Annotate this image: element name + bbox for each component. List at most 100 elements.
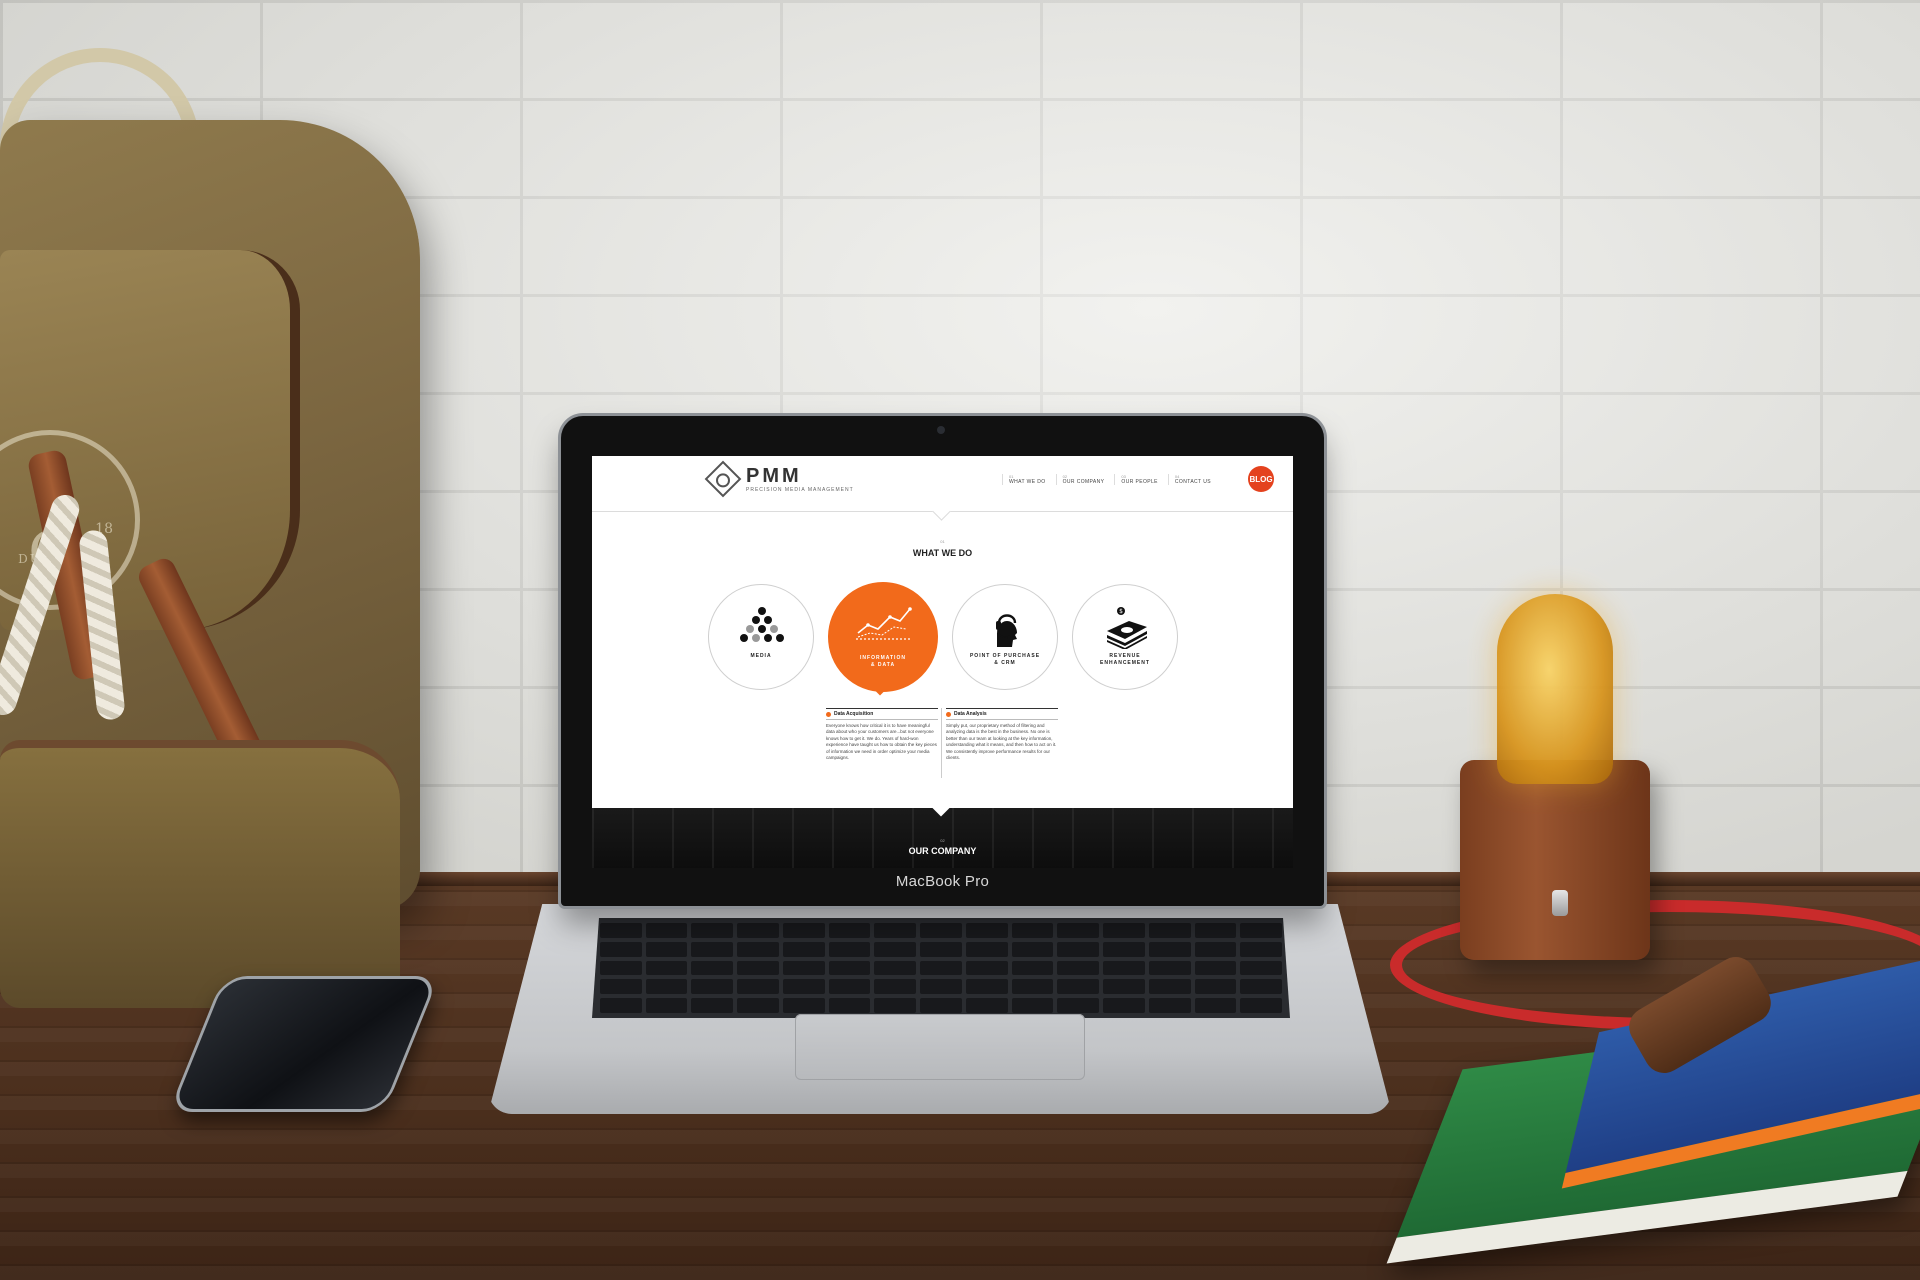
keyboard-key[interactable] [920, 960, 962, 976]
pmm-logo-icon[interactable] [704, 460, 742, 498]
webcam-icon [937, 426, 945, 434]
nav-item-contact-us[interactable]: 04 CONTACT US [1167, 474, 1211, 485]
keyboard-key[interactable] [1103, 960, 1145, 976]
keyboard-key[interactable] [1240, 941, 1282, 957]
keyboard-key[interactable] [691, 923, 734, 938]
keyboard-key[interactable] [600, 923, 642, 938]
keyboard-key[interactable] [1011, 923, 1054, 938]
keyboard-key[interactable] [1103, 979, 1145, 995]
keyboard-key[interactable] [1148, 923, 1191, 938]
keyboard-key[interactable] [965, 923, 1008, 938]
keyboard-key[interactable] [1057, 998, 1100, 1013]
nav-item-our-people[interactable]: 03 OUR PEOPLE [1114, 474, 1158, 485]
keyboard-key[interactable] [782, 941, 825, 957]
keyboard-key[interactable] [737, 998, 779, 1013]
keyboard-key[interactable] [1194, 998, 1237, 1013]
site-logo-name[interactable]: PMM [746, 465, 802, 488]
keyboard-key[interactable] [782, 998, 825, 1013]
keyboard-key[interactable] [1148, 998, 1191, 1013]
keyboard-key[interactable] [1148, 979, 1191, 995]
keyboard-key[interactable] [782, 979, 825, 995]
keyboard-key[interactable] [782, 923, 825, 938]
keyboard-key[interactable] [1240, 923, 1282, 938]
detail-body: Everyone knows how critical it is to hav… [826, 723, 937, 761]
keyboard-key[interactable] [828, 979, 871, 995]
keyboard-key[interactable] [600, 941, 642, 957]
keyboard-key[interactable] [1194, 941, 1237, 957]
keyboard-key[interactable] [645, 979, 688, 995]
keyboard-key[interactable] [874, 960, 917, 976]
keyboard-key[interactable] [1148, 941, 1191, 957]
service-point-of-purchase[interactable]: POINT OF PURCHASE & CRM [952, 584, 1058, 690]
service-media[interactable]: MEDIA [708, 584, 814, 690]
keyboard-key[interactable] [965, 979, 1008, 995]
keyboard-key[interactable] [600, 979, 642, 995]
bullet-dot-icon [826, 711, 831, 717]
keyboard-key[interactable] [920, 941, 962, 957]
keyboard-key[interactable] [920, 979, 962, 995]
keyboard-key[interactable] [965, 998, 1008, 1013]
nav-item-our-company[interactable]: 02 OUR COMPANY [1055, 474, 1105, 485]
keyboard-key[interactable] [1011, 960, 1054, 976]
keyboard-key[interactable] [1057, 941, 1100, 957]
keyboard-key[interactable] [1148, 960, 1191, 976]
keyboard-key[interactable] [1240, 960, 1282, 976]
main-nav: 01 WHAT WE DO 02 OUR COMPANY 03 OUR PEOP… [1002, 474, 1211, 485]
keyboard-key[interactable] [1011, 979, 1054, 995]
keyboard-key[interactable] [645, 960, 688, 976]
keyboard-key[interactable] [691, 998, 734, 1013]
nav-item-what-we-do[interactable]: 01 WHAT WE DO [1002, 474, 1046, 485]
lamp-wooden-base [1460, 760, 1650, 960]
keyboard-key[interactable] [737, 923, 779, 938]
laptop-keyboard [592, 918, 1290, 1018]
nav-item-label: OUR COMPANY [1062, 479, 1105, 485]
keyboard-key[interactable] [965, 960, 1008, 976]
keyboard-key[interactable] [1194, 979, 1237, 995]
keyboard-key[interactable] [691, 960, 734, 976]
keyboard-key[interactable] [691, 941, 734, 957]
section-title-our-company: OUR COMPANY [908, 846, 977, 856]
keyboard-key[interactable] [920, 923, 962, 938]
keyboard-key[interactable] [600, 998, 642, 1013]
keyboard-key[interactable] [874, 979, 917, 995]
service-revenue-enhancement[interactable]: $ REVENUE ENHANCEMENT [1072, 584, 1178, 690]
keyboard-key[interactable] [828, 923, 871, 938]
keyboard-key[interactable] [1194, 923, 1237, 938]
keyboard-key[interactable] [645, 923, 688, 938]
keyboard-key[interactable] [1240, 998, 1282, 1013]
keyboard-key[interactable] [828, 960, 871, 976]
keyboard-key[interactable] [1103, 923, 1145, 938]
trackpad[interactable] [795, 1014, 1085, 1080]
nav-item-label: WHAT WE DO [1009, 479, 1046, 485]
keyboard-key[interactable] [874, 923, 917, 938]
keyboard-key[interactable] [1057, 960, 1100, 976]
keyboard-key[interactable] [1240, 979, 1282, 995]
keyboard-key[interactable] [1011, 941, 1054, 957]
blog-button[interactable]: BLOG [1248, 466, 1274, 492]
keyboard-key[interactable] [737, 979, 779, 995]
keyboard-key[interactable] [1103, 998, 1145, 1013]
keyboard-key[interactable] [782, 960, 825, 976]
service-label: REVENUE ENHANCEMENT [1073, 653, 1177, 667]
keyboard-key[interactable] [1011, 998, 1054, 1013]
keyboard-key[interactable] [737, 941, 779, 957]
keyboard-key[interactable] [1103, 941, 1145, 957]
section-number: 01 [940, 539, 945, 544]
detail-title: Data Analysis [954, 711, 987, 717]
keyboard-key[interactable] [828, 998, 871, 1013]
keyboard-key[interactable] [920, 998, 962, 1013]
keyboard-key[interactable] [874, 998, 917, 1013]
keyboard-key[interactable] [965, 941, 1008, 957]
keyboard-key[interactable] [645, 941, 688, 957]
keyboard-key[interactable] [874, 941, 917, 957]
keyboard-key[interactable] [828, 941, 871, 957]
service-label-line1: REVENUE [1109, 653, 1141, 659]
service-information-data[interactable]: INFORMATION & DATA [828, 582, 938, 692]
keyboard-key[interactable] [1057, 923, 1100, 938]
keyboard-key[interactable] [1057, 979, 1100, 995]
keyboard-key[interactable] [600, 960, 642, 976]
keyboard-key[interactable] [1194, 960, 1237, 976]
keyboard-key[interactable] [691, 979, 734, 995]
keyboard-key[interactable] [645, 998, 688, 1013]
keyboard-key[interactable] [737, 960, 779, 976]
